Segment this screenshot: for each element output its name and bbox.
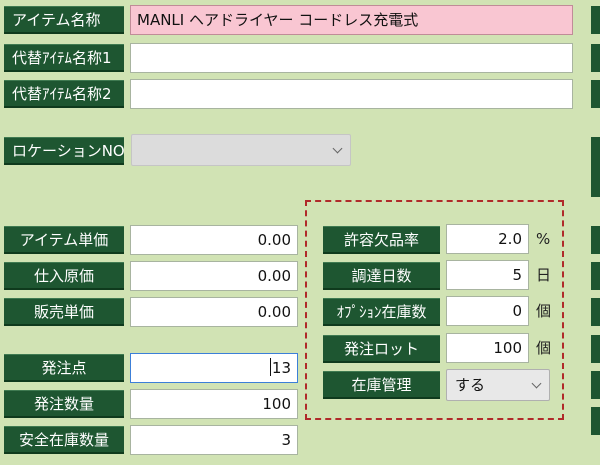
option-stock-field[interactable]: 0 [446,296,529,326]
cropped-label-edge [591,335,600,363]
alt-name1-label: 代替ｱｲﾃﾑ名称1 [4,44,124,72]
alt-name1-field[interactable] [130,43,573,73]
sales-price-field[interactable]: 0.00 [130,297,298,327]
shortage-rate-label: 許容欠品率 [323,226,440,254]
alt-name2-label: 代替ｱｲﾃﾑ名称2 [4,80,124,108]
cropped-label-edge [591,262,600,290]
order-lot-unit: 個 [536,339,552,357]
cropped-label-edge [591,371,600,399]
stock-mgmt-value: する [455,376,486,394]
shortage-rate-field[interactable]: 2.0 [446,224,529,254]
safety-stock-label: 安全在庫数量 [4,426,124,454]
reorder-point-label: 発注点 [4,354,124,382]
text-caret [269,358,271,376]
location-select[interactable] [131,134,351,166]
lead-days-label: 調達日数 [323,262,440,290]
alt-name2-field[interactable] [130,79,573,109]
cropped-label-edge [591,44,600,72]
purchase-cost-field[interactable]: 0.00 [130,261,298,291]
cropped-label-edge [591,80,600,108]
cropped-label-edge [591,6,600,34]
safety-stock-field[interactable]: 3 [130,425,298,455]
stock-mgmt-select[interactable]: する [446,369,550,401]
option-stock-label: ｵﾌﾟｼｮﾝ在庫数 [323,298,440,326]
order-qty-label: 発注数量 [4,390,124,418]
item-name-label: アイテム名称 [4,6,124,34]
cropped-label-edge [591,298,600,326]
reorder-point-field[interactable]: 13 [130,353,298,383]
reorder-point-value: 13 [271,359,291,377]
lead-days-unit: 日 [536,266,552,284]
sales-price-label: 販売単価 [4,298,124,326]
stock-mgmt-label: 在庫管理 [323,371,440,399]
cropped-label-edge [591,226,600,254]
purchase-cost-label: 仕入原価 [4,262,124,290]
cropped-label-edge [591,137,600,197]
unit-price-field[interactable]: 0.00 [130,225,298,255]
item-name-field[interactable]: MANLI ヘアドライヤー コードレス充電式 [130,5,573,35]
order-lot-label: 発注ロット [323,335,440,363]
lead-days-field[interactable]: 5 [446,260,529,290]
unit-price-label: アイテム単価 [4,226,124,254]
shortage-rate-unit: % [536,230,551,248]
order-lot-field[interactable]: 100 [446,333,529,363]
option-stock-unit: 個 [536,302,552,320]
location-label: ロケーションNO [4,137,124,165]
cropped-label-edge [591,407,600,435]
order-qty-field[interactable]: 100 [130,389,298,419]
chevron-down-icon [332,143,343,154]
chevron-down-icon [531,378,542,389]
